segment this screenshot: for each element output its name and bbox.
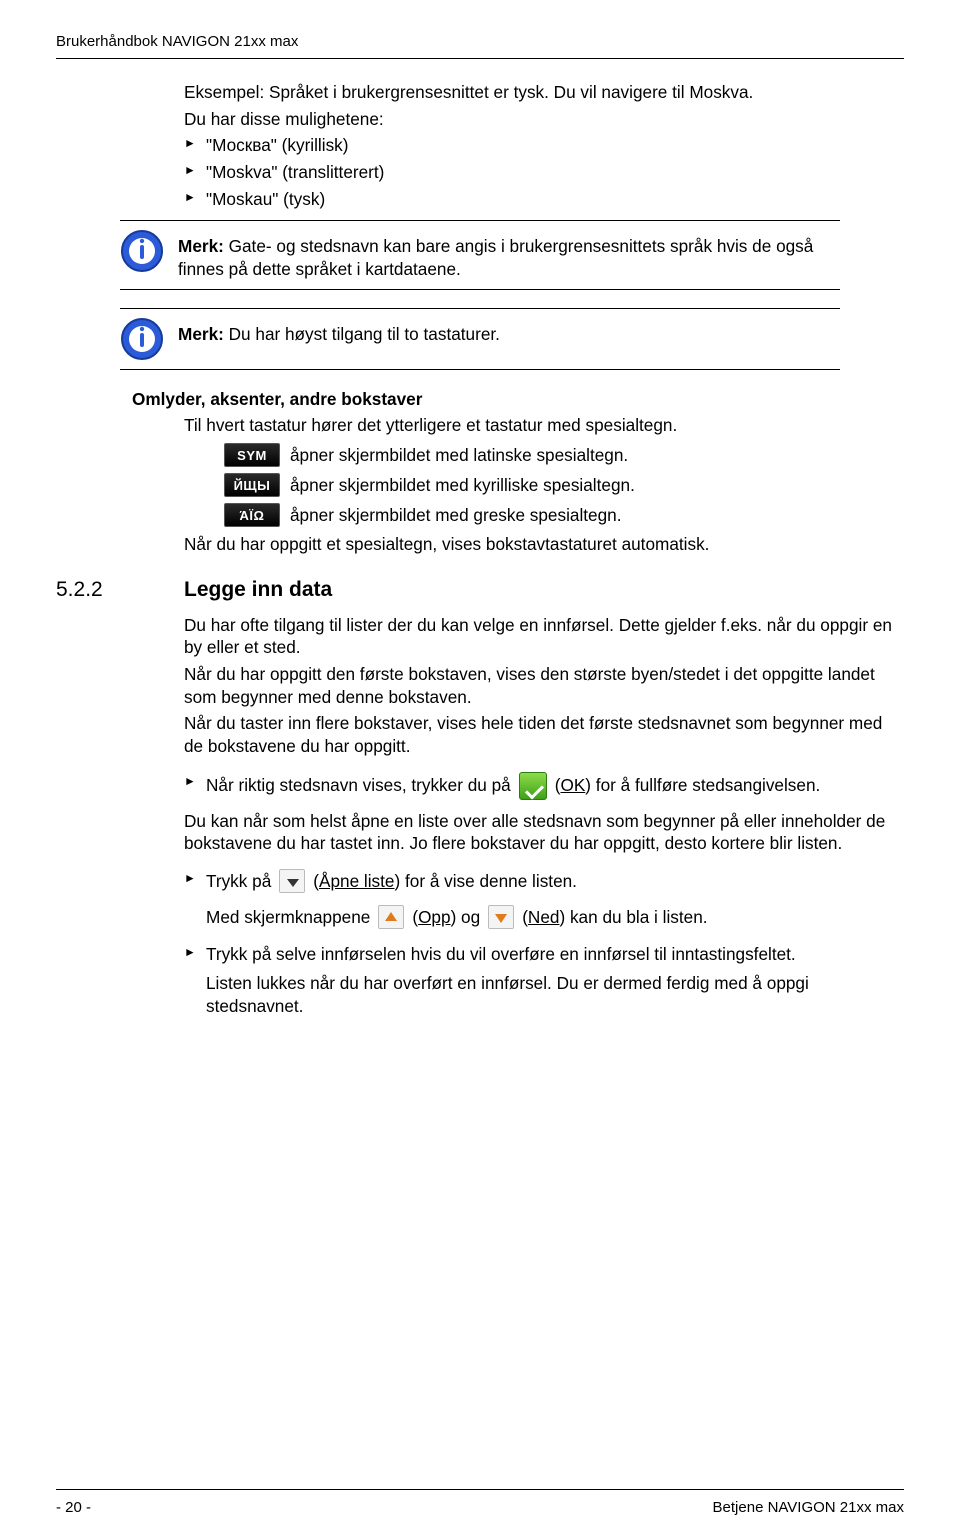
header-title: Brukerhåndbok NAVIGON 21xx max <box>56 32 904 52</box>
ok-label: OK <box>560 775 585 795</box>
sym-text: åpner skjermbildet med latinske spesialt… <box>290 444 628 467</box>
open-list-label: Åpne liste <box>319 871 394 891</box>
arrow-down-icon <box>488 905 514 929</box>
ok-icon <box>519 772 547 800</box>
up-label: Opp <box>418 907 451 927</box>
cyr-line: ЙЩЫ åpner skjermbildet med kyrilliske sp… <box>224 473 904 497</box>
chapter-title: Legge inn data <box>184 576 332 604</box>
cyrillic-key-icon: ЙЩЫ <box>224 473 280 497</box>
note-row: Merk: Gate- og stedsnavn kan bare angis … <box>120 220 840 289</box>
note-row: Merk: Du har høyst tilgang til to tastat… <box>120 308 840 370</box>
option-item: "Moskau" (tysk) <box>184 188 904 211</box>
chapter-number: 5.2.2 <box>56 576 128 604</box>
note-label: Merk: <box>178 324 224 344</box>
note-text: Merk: Du har høyst tilgang til to tastat… <box>178 317 840 346</box>
sym-key-icon: SYM <box>224 443 280 467</box>
options-lead: Du har disse mulighetene: <box>184 108 904 131</box>
example-text: Eksempel: Språket i brukergrensesnittet … <box>184 81 904 104</box>
legge-p1: Du har ofte tilgang til lister der du ka… <box>184 614 904 659</box>
up-paren: (Opp) og <box>412 906 480 929</box>
greek-key-icon: ΆΪΩ <box>224 503 280 527</box>
step-ok-post: ) for å fullføre stedsangivelsen. <box>585 775 820 795</box>
note-body: Du har høyst tilgang til to tastaturer. <box>224 324 500 344</box>
step-ok: Når riktig stedsnavn vises, trykker du p… <box>184 772 904 800</box>
note-label: Merk: <box>178 236 224 256</box>
cyr-text: åpner skjermbildet med kyrilliske spesia… <box>290 474 635 497</box>
arrows-post: ) kan du bla i listen. <box>559 907 707 927</box>
arrows-line: Med skjermknappene (Opp) og (Ned) kan du… <box>206 905 904 929</box>
step-list-2: Trykk på (Åpne liste) for å vise denne l… <box>184 869 904 893</box>
info-icon <box>120 317 164 361</box>
legge-p3: Når du taster inn flere bokstaver, vises… <box>184 712 904 757</box>
open-paren: (Åpne liste) for å vise denne listen. <box>313 870 577 893</box>
note-text: Merk: Gate- og stedsnavn kan bare angis … <box>178 229 840 280</box>
note-body: Gate- og stedsnavn kan bare angis i bruk… <box>178 236 813 279</box>
legge-p2: Når du har oppgitt den første bokstaven,… <box>184 663 904 708</box>
info-icon <box>120 229 164 273</box>
step-open-post: ) for å vise denne listen. <box>394 871 576 891</box>
ok-paren: (OK) for å fullføre stedsangivelsen. <box>555 774 821 797</box>
footer-rule <box>56 1489 904 1490</box>
option-item: "Москва" (kyrillisk) <box>184 134 904 157</box>
arrows-mid: ) og <box>451 907 481 927</box>
section-heading-omlyder: Omlyder, aksenter, andre bokstaver <box>132 388 904 411</box>
dropdown-icon <box>279 869 305 893</box>
sym-line: SYM åpner skjermbildet med latinske spes… <box>224 443 904 467</box>
legge-p4: Du kan når som helst åpne en liste over … <box>184 810 904 855</box>
option-item: "Moskva" (translitterert) <box>184 161 904 184</box>
page-footer: - 20 - Betjene NAVIGON 21xx max <box>56 1489 904 1518</box>
step-list-3: Trykk på selve innførselen hvis du vil o… <box>184 943 904 966</box>
arrow-up-icon <box>378 905 404 929</box>
step-ok-pre: Når riktig stedsnavn vises, trykker du p… <box>206 774 511 797</box>
down-paren: (Ned) kan du bla i listen. <box>522 906 707 929</box>
step-open-pre: Trykk på <box>206 870 271 893</box>
close-text: Listen lukkes når du har overført en inn… <box>206 972 904 1017</box>
down-label: Ned <box>528 907 560 927</box>
auto-return-text: Når du har oppgitt et spesialtegn, vises… <box>184 533 904 556</box>
header-rule <box>56 58 904 59</box>
omlyder-intro: Til hvert tastatur hører det ytterligere… <box>184 414 904 437</box>
step-transfer: Trykk på selve innførselen hvis du vil o… <box>184 943 904 966</box>
step-open-list: Trykk på (Åpne liste) for å vise denne l… <box>184 869 904 893</box>
step-list: Når riktig stedsnavn vises, trykker du p… <box>184 772 904 800</box>
arrows-pre: Med skjermknappene <box>206 906 370 929</box>
page-number: - 20 - <box>56 1498 91 1518</box>
chapter-heading: 5.2.2 Legge inn data <box>56 576 904 604</box>
grk-line: ΆΪΩ åpner skjermbildet med greske spesia… <box>224 503 904 527</box>
footer-right: Betjene NAVIGON 21xx max <box>713 1498 904 1518</box>
options-list: "Москва" (kyrillisk) "Moskva" (translitt… <box>184 134 904 210</box>
grk-text: åpner skjermbildet med greske spesialteg… <box>290 504 622 527</box>
